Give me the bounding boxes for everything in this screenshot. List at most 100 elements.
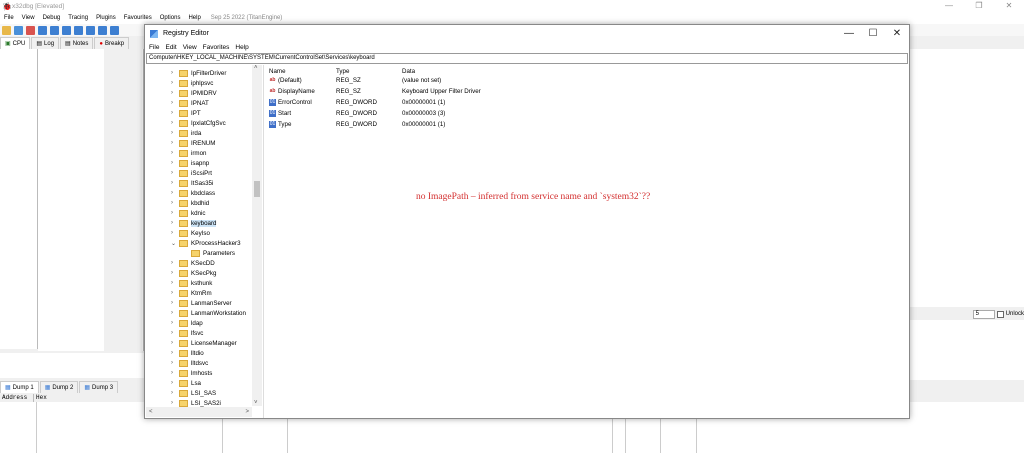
chevron-right-icon[interactable]: › — [171, 290, 179, 296]
column-type-header[interactable]: Type — [336, 68, 349, 75]
chevron-right-icon[interactable]: › — [171, 80, 179, 86]
chevron-right-icon[interactable]: › — [171, 150, 179, 156]
tree-node[interactable]: › IPT — [171, 108, 201, 118]
chevron-right-icon[interactable]: › — [171, 160, 179, 166]
tree-node[interactable]: › lmhosts — [171, 368, 212, 378]
tab-dump-3[interactable]: ▦ Dump 3 — [79, 381, 119, 393]
tree-node[interactable]: Parameters — [183, 248, 235, 258]
argument-count-select[interactable]: 5 — [972, 309, 995, 319]
chevron-right-icon[interactable]: › — [171, 140, 179, 146]
chevron-right-icon[interactable]: › — [171, 230, 179, 236]
tree-node[interactable]: › kbdhid — [171, 198, 209, 208]
tree-node[interactable]: › IPNAT — [171, 98, 209, 108]
scroll-down-icon[interactable]: ˅ — [254, 400, 258, 406]
address-bar[interactable]: Computer\HKEY_LOCAL_MACHINE\SYSTEM\Curre… — [146, 53, 908, 64]
tree-node[interactable]: › IRENUM — [171, 138, 215, 148]
restart-icon[interactable] — [14, 25, 23, 35]
regedit-menu-view[interactable]: View — [183, 44, 197, 51]
disassembly-scrollbar[interactable] — [104, 49, 142, 352]
tree-node[interactable]: › LSI_SAS — [171, 388, 216, 398]
chevron-right-icon[interactable]: › — [171, 100, 179, 106]
column-data-header[interactable]: Data — [402, 68, 415, 75]
tree-vertical-scrollbar[interactable]: ˄ ˅ — [252, 65, 262, 406]
tree-horizontal-scrollbar[interactable]: < > — [146, 407, 252, 417]
chevron-right-icon[interactable]: › — [171, 390, 179, 396]
chevron-right-icon[interactable]: › — [171, 400, 179, 406]
chevron-right-icon[interactable]: › — [171, 220, 179, 226]
tab-dump-1[interactable]: ▦ Dump 1 — [0, 381, 39, 393]
tab-cpu[interactable]: ▣ CPU — [0, 37, 31, 49]
pause-icon[interactable] — [50, 25, 59, 35]
chevron-right-icon[interactable]: › — [171, 350, 179, 356]
column-name-header[interactable]: Name — [269, 68, 286, 75]
value-row[interactable]: 01 Type REG_DWORD 0x00000001 (1) — [269, 119, 445, 130]
scroll-right-icon[interactable]: > — [245, 409, 249, 415]
menu-debug[interactable]: Debug — [43, 15, 61, 21]
registers-pane[interactable] — [908, 49, 1024, 307]
tree-node[interactable]: › ldap — [171, 318, 203, 328]
stop-icon[interactable] — [26, 25, 35, 35]
tree-node[interactable]: › irda — [171, 128, 201, 138]
tree-node[interactable]: › ItSas35i — [171, 178, 213, 188]
menu-view[interactable]: View — [22, 15, 35, 21]
value-row[interactable]: 01 ErrorControl REG_DWORD 0x00000001 (1) — [269, 97, 445, 108]
value-row[interactable]: ab (Default) REG_SZ (value not set) — [269, 75, 442, 86]
chevron-right-icon[interactable]: › — [171, 110, 179, 116]
tree-node[interactable]: › KeyIso — [171, 228, 210, 238]
tab-dump-2[interactable]: ▦ Dump 2 — [39, 381, 79, 393]
tree-node[interactable]: › ksthunk — [171, 278, 212, 288]
chevron-right-icon[interactable]: › — [171, 310, 179, 316]
chevron-right-icon[interactable]: › — [171, 170, 179, 176]
menu-help[interactable]: Help — [188, 15, 200, 21]
regedit-menu-edit[interactable]: Edit — [165, 44, 176, 51]
key-tree[interactable]: › IpFilterDriver › iphlpsvc › IPMIDRV › IPNAT › I… — [146, 65, 264, 418]
close-icon[interactable]: ✕ — [885, 25, 909, 42]
restore-icon[interactable]: ❐ — [964, 0, 994, 12]
chevron-right-icon[interactable]: › — [171, 130, 179, 136]
unlock-checkbox[interactable] — [996, 310, 1004, 318]
menu-tracing[interactable]: Tracing — [68, 15, 88, 21]
tree-node[interactable]: › iScsiPrt — [171, 168, 212, 178]
tree-node[interactable]: › KSecPkg — [171, 268, 216, 278]
chevron-right-icon[interactable]: › — [171, 340, 179, 346]
chevron-right-icon[interactable]: › — [171, 330, 179, 336]
regedit-menu-file[interactable]: File — [149, 44, 159, 51]
run-to-user-icon[interactable] — [98, 25, 107, 35]
chevron-right-icon[interactable]: › — [171, 360, 179, 366]
chevron-down-icon[interactable]: ⌄ — [171, 240, 179, 247]
tab-log[interactable]: ▤ Log — [31, 37, 60, 49]
close-icon[interactable]: ✕ — [994, 0, 1024, 12]
trace-icon[interactable] — [110, 25, 119, 35]
chevron-right-icon[interactable]: › — [171, 280, 179, 286]
tree-node[interactable]: › isapnp — [171, 158, 209, 168]
chevron-right-icon[interactable]: › — [171, 180, 179, 186]
tree-node[interactable]: › irmon — [171, 148, 206, 158]
minimize-icon[interactable]: — — [837, 25, 861, 42]
scroll-up-icon[interactable]: ˄ — [254, 65, 258, 71]
chevron-right-icon[interactable]: › — [171, 270, 179, 276]
scroll-left-icon[interactable]: < — [149, 409, 153, 415]
values-pane[interactable]: Name Type Data ab (Default) REG_SZ (value n… — [266, 65, 909, 418]
open-icon[interactable] — [2, 25, 11, 35]
tree-scroll-thumb[interactable] — [254, 181, 260, 197]
tree-node[interactable]: › KSecDD — [171, 258, 215, 268]
chevron-right-icon[interactable]: › — [171, 90, 179, 96]
value-row[interactable]: 01 Start REG_DWORD 0x00000003 (3) — [269, 108, 445, 119]
step-into-icon[interactable] — [62, 25, 71, 35]
chevron-right-icon[interactable]: › — [171, 210, 179, 216]
chevron-right-icon[interactable]: › — [171, 370, 179, 376]
chevron-right-icon[interactable]: › — [171, 200, 179, 206]
tree-node[interactable]: › IpFilterDriver — [171, 68, 226, 78]
tree-node[interactable]: › lltdio — [171, 348, 204, 358]
chevron-right-icon[interactable]: › — [171, 120, 179, 126]
tab-notes[interactable]: ▤ Notes — [60, 37, 94, 49]
tree-node[interactable]: › keyboard — [171, 218, 217, 228]
tree-node[interactable]: › iphlpsvc — [171, 78, 213, 88]
tab-breakpoints[interactable]: ● Breakp — [94, 37, 130, 49]
maximize-icon[interactable]: ☐ — [861, 25, 885, 42]
tree-node[interactable]: › LicenseManager — [171, 338, 237, 348]
chevron-right-icon[interactable]: › — [171, 300, 179, 306]
tree-node[interactable]: › IpxlatCfgSvc — [171, 118, 226, 128]
tree-node[interactable]: › Lsa — [171, 378, 201, 388]
tree-node[interactable]: › lltdsvc — [171, 358, 208, 368]
